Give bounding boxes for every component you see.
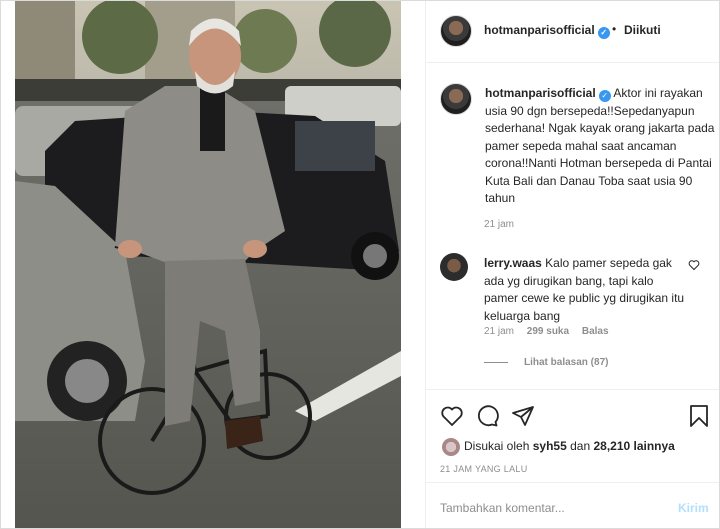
post-actions: Disukai oleh syh55 dan 28,210 lainnya 21…	[426, 389, 719, 528]
reply-button[interactable]: Balas	[582, 326, 609, 337]
caption-username[interactable]: hotmanparisofficial	[485, 86, 596, 100]
likes-prefix: Disukai oleh	[464, 439, 530, 454]
small-heart-icon[interactable]	[688, 259, 700, 271]
add-comment-bar: Tambahkan komentar... Kirim	[426, 482, 719, 528]
post-header: hotmanparisofficial ✓ • Diikuti	[426, 1, 719, 63]
comment-likes[interactable]: 299 suka	[527, 326, 569, 337]
bookmark-icon[interactable]	[688, 404, 710, 428]
post-sidebar: hotmanparisofficial ✓ • Diikuti hotmanpar…	[425, 1, 719, 528]
comment-input[interactable]: Tambahkan komentar...	[440, 501, 565, 515]
verified-icon: ✓	[597, 27, 610, 39]
posted-ago[interactable]: 21 JAM YANG LALU	[440, 464, 528, 474]
instagram-post-window: hotmanparisofficial ✓ • Diikuti hotmanpar…	[0, 0, 720, 529]
comment-time[interactable]: 21 jam	[484, 326, 514, 337]
post-comment-button[interactable]: Kirim	[678, 501, 709, 515]
comment-meta: 21 jam 299 suka Balas	[484, 326, 619, 337]
replies-divider	[484, 361, 508, 363]
view-replies-label[interactable]: Lihat balasan (87)	[524, 357, 608, 368]
commenter-avatar[interactable]	[440, 253, 468, 281]
comment-text: lerry.waas Kalo pamer sepeda gak ada yg …	[484, 255, 690, 325]
commenter-username[interactable]: lerry.waas	[484, 256, 542, 270]
follow-status-button[interactable]: Diikuti	[624, 23, 661, 37]
likes-summary: Disukai oleh syh55 dan 28,210 lainnya	[442, 438, 675, 456]
post-photo[interactable]	[15, 1, 401, 528]
liker-username[interactable]: syh55	[533, 439, 567, 453]
verified-icon: ✓	[598, 90, 611, 102]
post-photo-illustration	[15, 1, 401, 528]
liker-avatar[interactable]	[442, 438, 460, 456]
author-username-text[interactable]: hotmanparisofficial	[484, 23, 595, 37]
comment-icon[interactable]	[475, 404, 499, 428]
header-separator: •	[612, 22, 617, 36]
author-avatar[interactable]	[440, 15, 472, 47]
heart-icon[interactable]	[440, 404, 464, 428]
share-icon[interactable]	[511, 404, 535, 428]
likes-middle: dan	[570, 439, 591, 454]
view-replies-button[interactable]: Lihat balasan (87)	[484, 357, 608, 368]
likes-count[interactable]: 28,210 lainnya	[593, 439, 674, 453]
caption-avatar[interactable]	[440, 83, 472, 115]
caption-text: hotmanparisofficial ✓ Aktor ini rayakan u…	[485, 85, 717, 208]
caption-body: Aktor ini rayakan usia 90 dgn bersepeda!…	[485, 86, 715, 205]
caption-time[interactable]: 21 jam	[484, 219, 514, 230]
author-username[interactable]: hotmanparisofficial ✓	[484, 23, 610, 39]
